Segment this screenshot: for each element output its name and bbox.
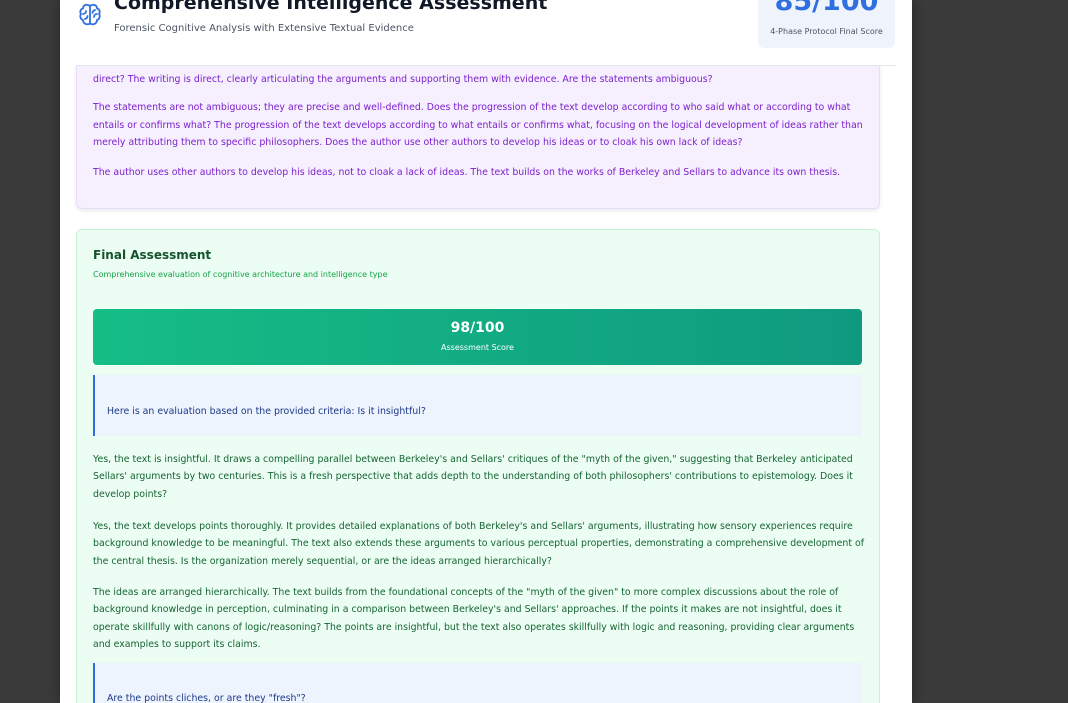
criteria-quote: Here is an evaluation based on the provi…	[93, 375, 862, 436]
analysis-paragraph: direct? The writing is direct, clearly a…	[93, 74, 713, 85]
assessment-paragraph: Yes, the text develops points thoroughly…	[93, 521, 865, 567]
page-subtitle: Forensic Cognitive Analysis with Extensi…	[114, 23, 414, 34]
assessment-score-value: 98/100	[450, 320, 505, 336]
page-title: Comprehensive Intelligence Assessment	[114, 0, 548, 14]
final-assessment-title: Final Assessment	[93, 248, 212, 262]
final-assessment-subtitle: Comprehensive evaluation of cognitive ar…	[93, 270, 388, 279]
scroll-content[interactable]: direct? The writing is direct, clearly a…	[60, 0, 912, 703]
assessment-score-label: Assessment Score	[441, 343, 514, 352]
analysis-paragraph: The author uses other authors to develop…	[93, 167, 841, 178]
modal-header: Comprehensive Intelligence Assessment Fo…	[60, 0, 912, 66]
final-score-value: 85/100	[774, 0, 879, 17]
header-divider	[76, 65, 896, 66]
final-score-label: 4-Phase Protocol Final Score	[770, 27, 883, 36]
analysis-paragraph: The statements are not ambiguous; they a…	[93, 102, 863, 148]
final-assessment-card: Final Assessment Comprehensive evaluatio…	[76, 229, 880, 703]
brain-icon	[79, 3, 101, 26]
assessment-modal: direct? The writing is direct, clearly a…	[60, 0, 912, 703]
criteria-quote: Are the points cliches, or are they "fre…	[93, 663, 862, 703]
assessment-paragraph: The ideas are arranged hierarchically. T…	[93, 587, 855, 650]
criteria-quote-text: Are the points cliches, or are they "fre…	[107, 693, 306, 703]
assessment-paragraph: Yes, the text is insightful. It draws a …	[93, 454, 853, 500]
final-score-badge: 85/100 4-Phase Protocol Final Score	[758, 0, 895, 48]
criteria-quote-text: Here is an evaluation based on the provi…	[107, 406, 426, 417]
assessment-score-banner: 98/100 Assessment Score	[93, 309, 862, 365]
